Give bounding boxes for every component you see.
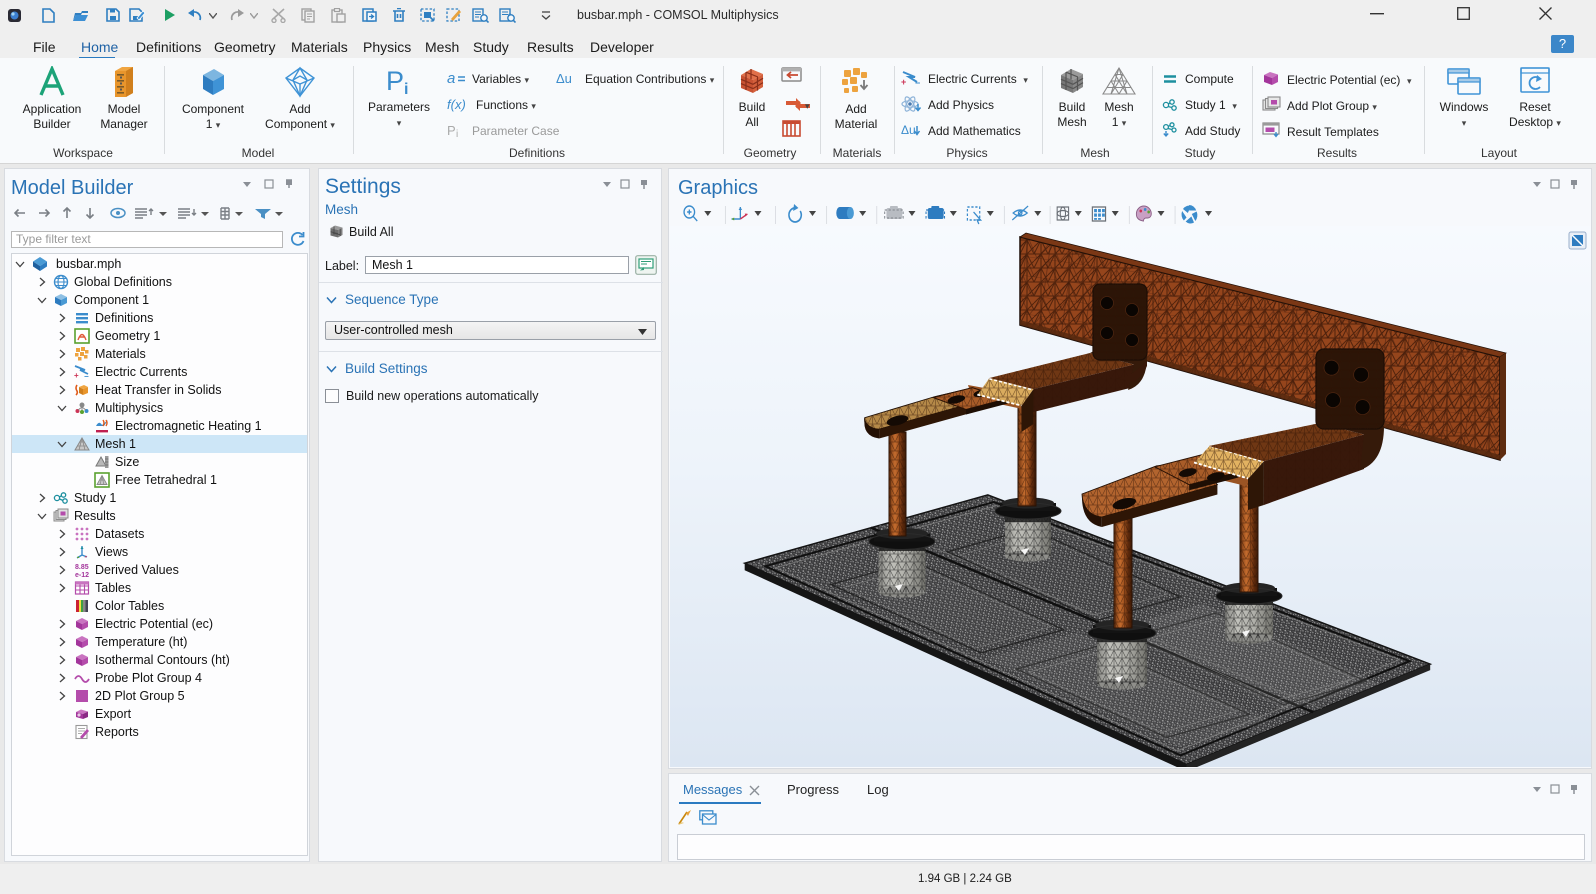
- svg-text:Δu: Δu: [556, 71, 572, 86]
- svg-text:P: P: [447, 123, 456, 138]
- svg-text:a: a: [447, 71, 455, 86]
- svg-text:e-12: e-12: [75, 572, 89, 578]
- svg-text:i: i: [404, 81, 408, 96]
- svg-text:+: +: [74, 371, 79, 380]
- svg-text:8.85: 8.85: [75, 564, 89, 571]
- svg-text:i: i: [456, 129, 458, 138]
- svg-text:+: +: [901, 77, 906, 86]
- svg-text:f(x): f(x): [447, 97, 466, 112]
- svg-text:P: P: [386, 66, 404, 96]
- svg-text:−: −: [915, 78, 920, 86]
- svg-text:Δu: Δu: [901, 123, 916, 137]
- svg-text:−: −: [84, 372, 89, 380]
